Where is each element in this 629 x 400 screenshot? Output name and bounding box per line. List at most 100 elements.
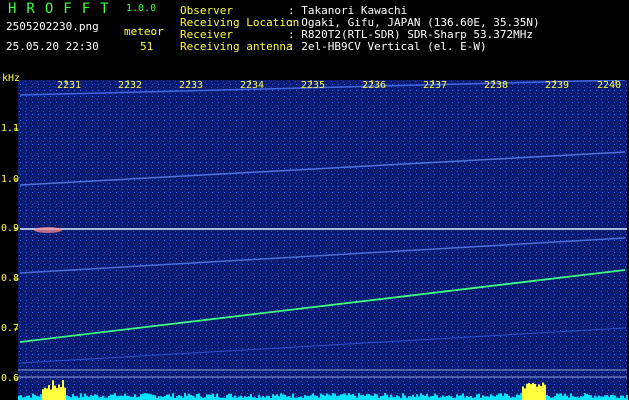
- level-bar: [86, 395, 88, 400]
- level-bar: [622, 395, 624, 400]
- level-bar: [570, 393, 572, 400]
- level-bar: [424, 396, 426, 400]
- level-bar: [122, 395, 124, 400]
- meteor-count: 51: [140, 40, 154, 53]
- level-bar: [312, 393, 314, 400]
- filename: 2505202230.png: [6, 20, 99, 33]
- level-bar: [340, 394, 342, 400]
- level-bar: [524, 388, 526, 400]
- level-bar: [614, 395, 616, 400]
- level-bar: [48, 385, 50, 400]
- level-bar: [68, 396, 70, 400]
- level-bar: [310, 395, 312, 400]
- level-bar: [348, 393, 350, 400]
- level-bar: [320, 393, 322, 400]
- level-bar: [140, 394, 142, 400]
- level-bar: [482, 395, 484, 400]
- y-axis-unit: kHz: [2, 73, 21, 84]
- level-bar: [594, 395, 596, 400]
- level-bar: [72, 394, 74, 400]
- level-bar: [548, 396, 550, 400]
- level-bar: [144, 393, 146, 400]
- x-tick-label-2240: 2240: [597, 80, 622, 91]
- app-version: 1.0.0: [126, 3, 157, 14]
- level-bar: [362, 394, 364, 400]
- level-bar: [262, 395, 264, 400]
- level-bar: [538, 384, 540, 400]
- level-bar: [142, 393, 144, 400]
- level-bar: [172, 393, 174, 400]
- level-bar: [446, 395, 448, 400]
- level-bar: [586, 393, 588, 400]
- level-bar: [604, 395, 606, 400]
- level-bar: [526, 383, 528, 400]
- level-bar: [188, 393, 190, 400]
- noise-background: [18, 80, 627, 400]
- level-bar: [384, 393, 386, 400]
- level-bar: [396, 395, 398, 400]
- level-bar: [84, 393, 86, 400]
- level-bar: [190, 395, 192, 400]
- level-bar: [34, 395, 36, 400]
- level-bar: [158, 396, 160, 400]
- level-bar: [402, 393, 404, 400]
- level-bar: [522, 386, 524, 400]
- level-bar: [258, 394, 260, 400]
- level-bar: [226, 395, 228, 400]
- level-bar: [20, 395, 22, 400]
- level-bar: [386, 394, 388, 400]
- meteor-echo: [34, 227, 62, 233]
- level-bar: [62, 380, 64, 400]
- level-bar: [126, 395, 128, 400]
- level-bar: [148, 393, 150, 400]
- level-bar: [160, 396, 162, 400]
- level-bar: [52, 380, 54, 400]
- level-bar: [610, 395, 612, 400]
- level-bar: [334, 393, 336, 400]
- level-bar: [590, 395, 592, 400]
- level-bar: [248, 396, 250, 400]
- level-bar: [620, 395, 622, 400]
- datetime: 25.05.20 22:30: [6, 40, 99, 53]
- level-bar: [304, 394, 306, 400]
- level-bar: [66, 395, 68, 400]
- level-bar: [554, 396, 556, 400]
- level-bar: [192, 395, 194, 400]
- level-bar: [228, 393, 230, 400]
- level-bar: [344, 393, 346, 400]
- level-bar: [92, 395, 94, 400]
- level-bar: [520, 393, 522, 400]
- level-bar: [170, 396, 172, 400]
- level-bar: [426, 393, 428, 400]
- y-tick-label-1.1: 1.1: [1, 123, 20, 134]
- level-bar: [56, 388, 58, 400]
- level-bar: [272, 394, 274, 400]
- level-bar: [564, 393, 566, 400]
- level-bar: [274, 395, 276, 400]
- level-bar: [390, 394, 392, 400]
- level-bar: [186, 395, 188, 400]
- level-bar: [466, 395, 468, 400]
- level-bar: [556, 393, 558, 400]
- level-bar: [288, 396, 290, 400]
- level-bar: [352, 393, 354, 400]
- level-bar: [210, 394, 212, 400]
- level-bar: [420, 393, 422, 400]
- level-bar: [612, 394, 614, 400]
- level-bar: [180, 395, 182, 400]
- level-bar: [558, 394, 560, 400]
- level-bar: [282, 394, 284, 400]
- level-bar: [198, 393, 200, 400]
- x-tick-label-2238: 2238: [484, 80, 509, 91]
- level-bar: [208, 394, 210, 400]
- level-bar: [484, 396, 486, 400]
- level-bar: [26, 395, 28, 400]
- level-bar: [606, 395, 608, 400]
- level-bar: [364, 396, 366, 400]
- level-bar: [350, 394, 352, 400]
- y-tick-label-0.9: 0.9: [1, 223, 20, 234]
- level-bar: [150, 394, 152, 400]
- level-bar: [112, 394, 114, 400]
- level-bar: [546, 394, 548, 400]
- level-bar: [418, 396, 420, 400]
